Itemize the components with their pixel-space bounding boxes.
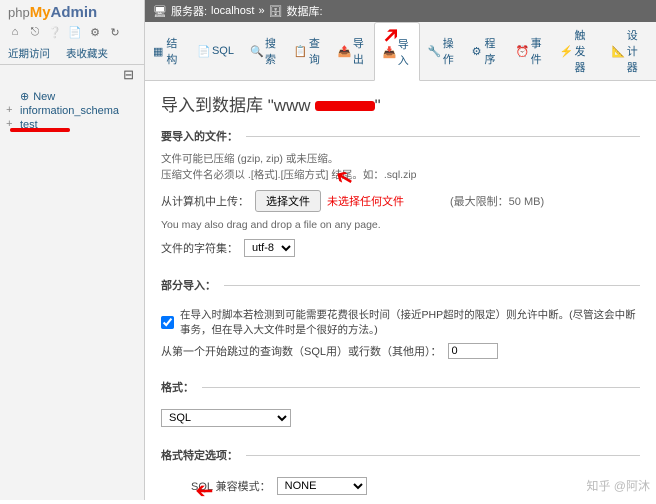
logo-my: My <box>30 4 51 21</box>
content: 导入到数据库 "www" 要导入的文件： 文件可能已压缩 (gzip, zip)… <box>145 81 656 500</box>
charset-select[interactable]: utf-8 <box>244 239 295 257</box>
logo-php: php <box>8 5 30 20</box>
partial-fieldset: 部分导入： 在导入时脚本若检测到可能需要花费很长时间（接近PHP超时的限定）则允… <box>161 277 640 375</box>
file-fieldset: 要导入的文件： 文件可能已压缩 (gzip, zip) 或未压缩。 压缩文件名必… <box>161 128 640 273</box>
breadcrumb: 🖥 服务器: localhost » 🗄 数据库: <box>145 0 656 22</box>
charset-label: 文件的字符集： <box>161 240 238 256</box>
tab-favorites[interactable]: 表收藏夹 <box>58 43 116 64</box>
tab-structure[interactable]: ▦结构 <box>145 22 189 80</box>
tab-operations[interactable]: 🔧操作 <box>420 22 464 80</box>
skip-label: 从第一个开始跳过的查询数（SQL用）或行数（其他用）： <box>161 343 442 359</box>
compat-select[interactable]: NONE <box>277 477 367 495</box>
export-icon: 📤 <box>338 45 350 57</box>
tree-item-new[interactable]: ⊕ New <box>6 89 138 104</box>
interrupt-row: 在导入时脚本若检测到可能需要花费很长时间（接近PHP超时的限定）则允许中断。(尽… <box>161 307 640 337</box>
watermark: 知乎 @阿沐 <box>586 477 650 494</box>
sidebar-toolbar: ⌂ ⎋ ❔ 📄 ⚙ ↻ <box>0 23 144 43</box>
tab-routines[interactable]: ⚙程序 <box>464 22 508 80</box>
tab-recent[interactable]: 近期访问 <box>0 43 58 64</box>
sidebar-collapse-icon[interactable]: ⊟ <box>0 65 144 85</box>
options-fieldset: 格式特定选项： SQL 兼容模式： NONE 不要给零值使用自增 (AUTO_I… <box>161 447 640 500</box>
sql-icon: 📄 <box>197 45 209 57</box>
format-legend: 格式： <box>161 379 202 395</box>
tab-designer[interactable]: 📐设计器 <box>604 22 656 80</box>
bc-db-label: 数据库: <box>287 3 323 19</box>
tree-label: New <box>33 91 55 103</box>
hint-compress: 文件可能已压缩 (gzip, zip) 或未压缩。 <box>161 152 640 168</box>
skip-row: 从第一个开始跳过的查询数（SQL用）或行数（其他用）： <box>161 343 640 359</box>
format-select[interactable]: SQL <box>161 409 291 427</box>
tab-search[interactable]: 🔍搜索 <box>242 22 286 80</box>
tab-sql[interactable]: 📄SQL <box>189 22 242 80</box>
logo: phpMyAdmin <box>0 0 144 23</box>
compat-row: SQL 兼容模式： NONE <box>191 477 640 495</box>
query-icon: 📋 <box>294 45 306 57</box>
format-fieldset: 格式： SQL <box>161 379 640 443</box>
no-file-text: 未选择任何文件 <box>327 193 404 209</box>
tab-events[interactable]: ⏰事件 <box>508 22 552 80</box>
interrupt-label: 在导入时脚本若检测到可能需要花费很长时间（接近PHP超时的限定）则允许中断。(尽… <box>180 307 640 337</box>
docs-icon[interactable]: ❔ <box>48 25 62 39</box>
tab-triggers[interactable]: ⚡触发器 <box>552 22 604 80</box>
skip-input[interactable] <box>448 343 498 359</box>
routines-icon: ⚙ <box>472 45 482 57</box>
ops-icon: 🔧 <box>428 45 440 57</box>
designer-icon: 📐 <box>612 45 624 57</box>
events-icon: ⏰ <box>516 45 528 57</box>
bc-server[interactable]: localhost <box>211 5 254 17</box>
logout-icon[interactable]: ⎋ <box>28 25 42 39</box>
sidebar-tabs: 近期访问 表收藏夹 <box>0 43 144 65</box>
sidebar: phpMyAdmin ⌂ ⎋ ❔ 📄 ⚙ ↻ 近期访问 表收藏夹 ⊟ ⊕New … <box>0 0 145 500</box>
bc-server-label: 服务器: <box>171 3 207 19</box>
annotation-line <box>10 128 70 132</box>
options-legend: 格式特定选项： <box>161 447 246 463</box>
search-icon: 🔍 <box>250 45 262 57</box>
main-panel: 🖥 服务器: localhost » 🗄 数据库: ▦结构 📄SQL 🔍搜索 📋… <box>145 0 656 500</box>
hint-format: 压缩文件名必须以 .[格式].[压缩方式] 结尾。如：.sql.zip <box>161 168 640 184</box>
logo-admin: Admin <box>51 4 98 21</box>
partial-legend: 部分导入： <box>161 277 224 293</box>
choose-file-button[interactable]: 选择文件 <box>255 190 321 212</box>
file-legend: 要导入的文件： <box>161 128 246 144</box>
new-icon: ⊕ <box>20 90 29 103</box>
structure-icon: ▦ <box>153 45 163 57</box>
annotation-arrow: ➔ <box>195 478 213 504</box>
expand-icon[interactable]: + <box>6 105 16 117</box>
settings-icon[interactable]: ⚙ <box>88 25 102 39</box>
max-size: (最大限制：50 MB) <box>450 193 544 209</box>
db-icon: 🗄 <box>269 5 283 18</box>
drag-hint: You may also drag and drop a file on any… <box>161 218 640 234</box>
refresh-icon[interactable]: ↻ <box>108 25 122 39</box>
upload-label: 从计算机中上传： <box>161 193 249 209</box>
page-title: 导入到数据库 "www" <box>161 91 640 116</box>
tab-query[interactable]: 📋查询 <box>286 22 330 80</box>
upload-row: 从计算机中上传： 选择文件 未选择任何文件 (最大限制：50 MB) <box>161 190 640 212</box>
tree-label: information_schema <box>20 105 119 117</box>
sql-icon[interactable]: 📄 <box>68 25 82 39</box>
charset-row: 文件的字符集： utf-8 <box>161 239 640 257</box>
home-icon[interactable]: ⌂ <box>8 25 22 39</box>
redaction <box>315 101 375 111</box>
server-icon: 🖥 <box>153 5 167 18</box>
triggers-icon: ⚡ <box>560 45 572 57</box>
tree-item-db[interactable]: + information_schema <box>6 104 138 118</box>
tab-export[interactable]: 📤导出 <box>330 22 374 80</box>
interrupt-checkbox[interactable] <box>161 316 174 329</box>
